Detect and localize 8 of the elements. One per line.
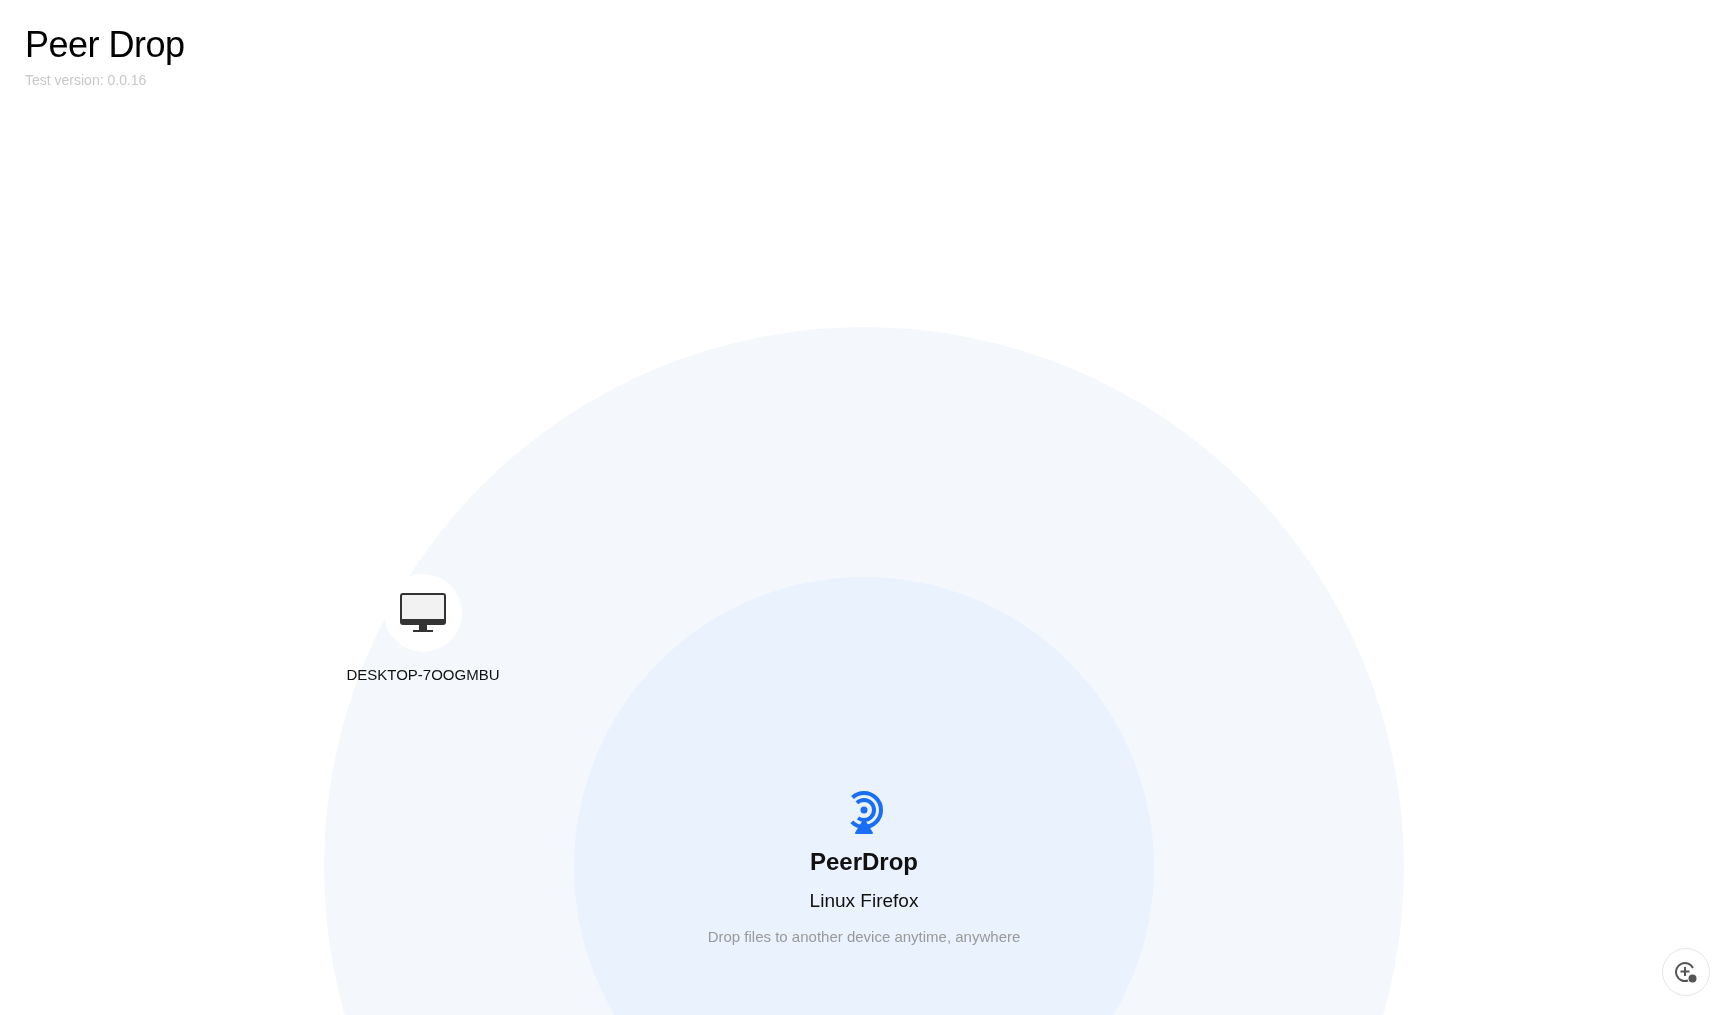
monitor-icon bbox=[400, 593, 446, 633]
add-peer-button[interactable] bbox=[1662, 948, 1710, 996]
add-icon bbox=[1674, 960, 1698, 984]
tagline: Drop files to another device anytime, anywhere bbox=[707, 928, 1021, 945]
app-name: PeerDrop bbox=[809, 848, 918, 876]
peer-name: DESKTOP-7OOGMBU bbox=[346, 666, 500, 683]
device-name: Linux Firefox bbox=[809, 890, 919, 912]
app-title: Peer Drop bbox=[25, 24, 185, 66]
